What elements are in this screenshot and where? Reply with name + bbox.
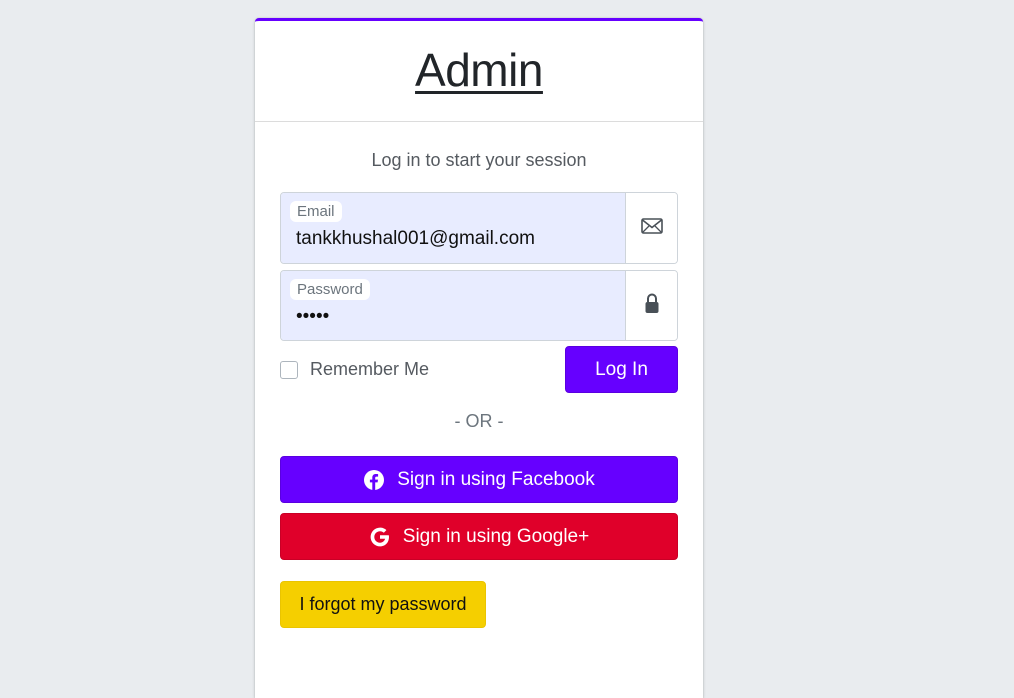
password-addon (625, 271, 677, 340)
facebook-signin-label: Sign in using Facebook (397, 468, 595, 490)
actions-row: Remember Me Log In (280, 346, 678, 394)
google-icon (369, 526, 391, 548)
password-input-group: Password (280, 270, 678, 341)
facebook-icon (363, 469, 385, 491)
login-box-message: Log in to start your session (371, 150, 587, 170)
password-field-container[interactable]: Password (281, 271, 625, 340)
remember-me-checkbox[interactable] (280, 360, 298, 379)
email-addon (625, 193, 677, 263)
facebook-signin-button[interactable]: Sign in using Facebook (280, 456, 678, 503)
google-signin-button[interactable]: Sign in using Google+ (280, 513, 678, 560)
login-card: Admin Log in to start your session Email (255, 18, 703, 698)
card-header: Admin (255, 21, 703, 122)
forgot-password-button[interactable]: I forgot my password (280, 581, 486, 628)
email-label: Email (290, 201, 342, 222)
password-label: Password (290, 279, 370, 300)
google-signin-label: Sign in using Google+ (402, 525, 590, 547)
email-input-group: Email (280, 192, 678, 264)
or-separator: - OR - (454, 411, 504, 431)
lock-icon (644, 292, 660, 319)
envelope-icon (640, 217, 663, 240)
login-button[interactable]: Log In (565, 346, 678, 393)
brand-title-link[interactable]: Admin (415, 43, 543, 97)
card-body: Log in to start your session Email Passw… (255, 150, 703, 628)
remember-me-label[interactable]: Remember Me (310, 359, 429, 380)
password-field[interactable] (296, 306, 616, 328)
email-field-container[interactable]: Email (281, 193, 625, 263)
remember-me[interactable]: Remember Me (280, 359, 429, 380)
email-field[interactable] (296, 228, 616, 250)
